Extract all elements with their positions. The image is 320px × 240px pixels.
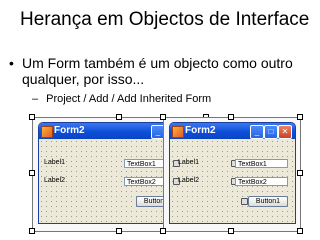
label1[interactable]: Label1 (178, 159, 199, 166)
slide-title: Herança em Objectos de Interface (20, 9, 310, 30)
dash-glyph: – (32, 93, 39, 105)
close-button[interactable]: ✕ (278, 125, 292, 139)
inherited-lock-icon (241, 198, 248, 205)
form-icon (41, 126, 53, 138)
resize-handle[interactable] (29, 114, 35, 120)
resize-handle[interactable] (160, 228, 166, 234)
label2[interactable]: Label2 (44, 177, 65, 184)
label2[interactable]: Label2 (178, 177, 199, 184)
bullet-text: Um Form também é um objecto como outro q… (22, 55, 293, 87)
resize-handle[interactable] (297, 228, 303, 234)
label1[interactable]: Label1 (44, 159, 65, 166)
resize-handle[interactable] (160, 114, 166, 120)
window-titlebar[interactable]: Form2 _ □ ✕ (170, 123, 295, 139)
resize-handle[interactable] (116, 114, 122, 120)
resize-handle[interactable] (116, 228, 122, 234)
resize-handle[interactable] (228, 114, 234, 120)
inherited-form-window[interactable]: Form2 _ □ ✕ Label1 TextBox1 Label2 TextB… (169, 122, 296, 224)
form-icon (172, 126, 184, 138)
maximize-button[interactable]: □ (264, 125, 278, 139)
button1[interactable]: Button1 (248, 196, 288, 207)
resize-handle[interactable] (29, 170, 35, 176)
textbox1[interactable]: TextBox1 (235, 159, 288, 168)
resize-handle[interactable] (29, 228, 35, 234)
resize-handle[interactable] (297, 170, 303, 176)
form-designer-right: Form2 _ □ ✕ Label1 TextBox1 Label2 TextB… (163, 117, 301, 232)
resize-handle[interactable] (228, 228, 234, 234)
sub-bullet-item: – Project / Add / Add Inherited Form (32, 93, 211, 105)
sub-bullet-text: Project / Add / Add Inherited Form (46, 93, 212, 105)
bullet-glyph: • (9, 55, 14, 71)
window-title: Form2 (185, 125, 216, 136)
resize-handle[interactable] (297, 114, 303, 120)
minimize-button[interactable]: _ (250, 125, 264, 139)
window-title: Form2 (54, 125, 85, 136)
form-client-area: Label1 TextBox1 Label2 TextBox2 Button1 (170, 139, 295, 223)
textbox2[interactable]: TextBox2 (235, 177, 288, 186)
